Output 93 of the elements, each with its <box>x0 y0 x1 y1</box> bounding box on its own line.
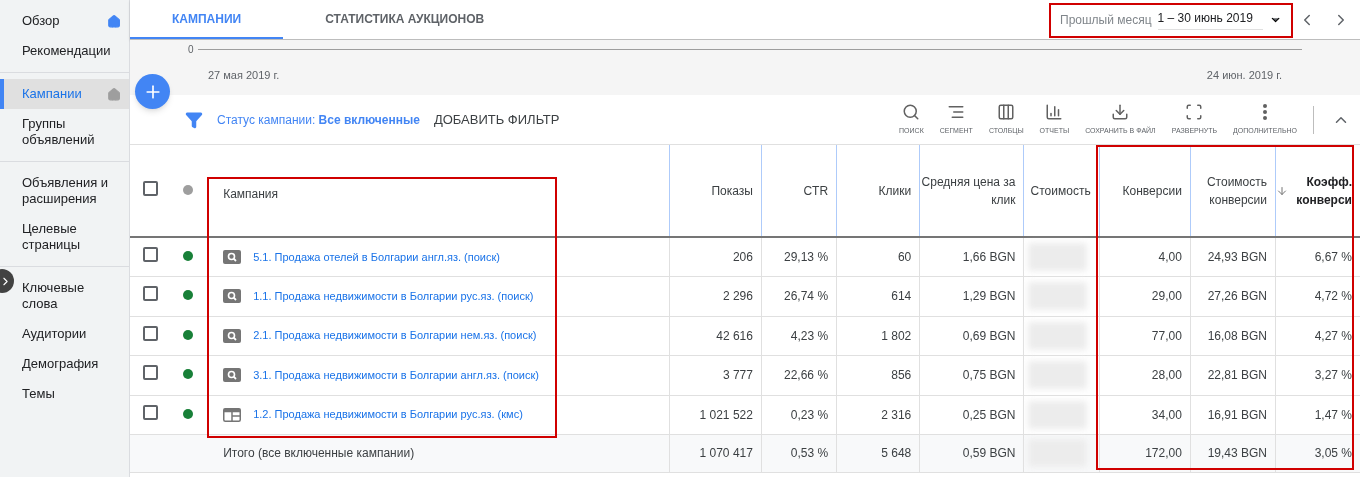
axis-label: 27 мая 2019 г. <box>208 68 280 83</box>
table-cell: 4,27 % <box>1314 328 1352 343</box>
column-header[interactable]: CTR <box>803 181 829 200</box>
table-cell: 19,43 BGN <box>1207 446 1268 460</box>
bar-chart-icon <box>1045 102 1064 121</box>
filter-chip[interactable]: Статус кампании: Все включенные <box>217 110 420 129</box>
vertical-dots-icon <box>1263 103 1268 120</box>
axis-label: 0 <box>188 43 194 57</box>
checkbox[interactable] <box>142 365 158 380</box>
search-campaign-icon <box>223 328 242 343</box>
display-campaign-icon <box>223 407 242 422</box>
sidebar-item[interactable]: Целевые страницы <box>0 214 129 260</box>
table-cell: 3,27 % <box>1314 368 1352 382</box>
table-cell: 0,69 BGN <box>962 328 1016 343</box>
table-cell: 6,67 % <box>1314 249 1352 264</box>
campaign-link[interactable]: 3.1. Продажа недвижимости в Болгарии англ.яз. (поиск) <box>253 366 539 384</box>
table-cell: 1 802 <box>881 328 912 343</box>
table-cell: 0,25 BGN <box>962 407 1016 422</box>
table-cell: 0,23 % <box>790 407 829 422</box>
campaign-link[interactable]: 5.1. Продажа отелей в Болгарии англ.яз. (поиск) <box>253 248 500 265</box>
table-cell: 29,13 % <box>784 249 829 264</box>
table-cell: 28,00 <box>1151 368 1182 382</box>
sidebar-item[interactable]: Аудитории <box>0 319 129 349</box>
table-cell: 5 648 <box>881 446 912 460</box>
sort-arrow-icon <box>1276 184 1289 197</box>
table-cell: 1 070 417 <box>699 446 753 460</box>
column-header[interactable]: Коэфф. конверси <box>1276 172 1352 209</box>
column-header[interactable]: Стоимость <box>1030 181 1091 200</box>
search-campaign-icon <box>223 368 242 382</box>
filter-icon[interactable] <box>185 110 203 129</box>
columns-icon <box>997 102 1016 121</box>
table-cell: 27,26 BGN <box>1207 289 1268 303</box>
sidebar-item[interactable]: Темы <box>0 379 129 409</box>
column-header[interactable]: Средняя цена за клик <box>920 172 1016 209</box>
table-cell: 206 <box>732 249 753 264</box>
sidebar-item[interactable]: Рекомендации <box>0 36 129 66</box>
column-header[interactable]: Показы <box>711 181 753 200</box>
column-header[interactable]: Стоимость конверсии <box>1190 172 1268 209</box>
column-header[interactable]: Клики <box>878 181 912 200</box>
table-cell: 42 616 <box>716 328 753 343</box>
search-campaign-icon <box>223 289 242 303</box>
tab[interactable]: СТАТИСТИКА АУКЦИОНОВ <box>283 0 527 39</box>
table-cell: 26,74 % <box>784 289 829 303</box>
table-cell: 856 <box>891 368 912 382</box>
date-range-dropdown[interactable]: Прошлый месяц 1 – 30 июнь 2019 <box>1052 0 1288 39</box>
table-cell: 172,00 <box>1145 446 1182 460</box>
table-cell: 29,00 <box>1151 289 1182 303</box>
table-cell: 4,00 <box>1158 249 1182 264</box>
table-cell: 614 <box>891 289 912 303</box>
column-header[interactable]: Кампания <box>223 185 279 203</box>
sidebar-item[interactable]: Ключевые слова <box>0 273 129 319</box>
table-cell: 1,66 BGN <box>962 249 1016 264</box>
table-cell: 2 316 <box>881 407 912 422</box>
sidebar-item[interactable]: Кампании <box>0 79 129 109</box>
table-cell: 16,08 BGN <box>1207 328 1268 343</box>
search-campaign-icon <box>223 249 242 264</box>
table-cell: 1,47 % <box>1314 407 1352 422</box>
download-icon <box>1111 102 1130 121</box>
checkbox[interactable] <box>142 180 158 196</box>
campaign-link[interactable]: 2.1. Продажа недвижимости в Болгарии нем.яз. (поиск) <box>253 327 537 344</box>
table-cell: 34,00 <box>1151 407 1182 422</box>
table-cell: 3 777 <box>722 368 753 382</box>
table-cell: 2 296 <box>722 289 753 303</box>
search-icon <box>902 102 921 121</box>
table-cell: 0,53 % <box>790 446 829 460</box>
table-cell: 77,00 <box>1151 328 1182 343</box>
sidebar-item[interactable]: Обзор <box>0 6 129 36</box>
add-filter-button[interactable]: ДОБАВИТЬ ФИЛЬТР <box>433 109 560 130</box>
table-cell: 1,29 BGN <box>962 289 1016 303</box>
table-cell: 0,59 BGN <box>962 446 1016 460</box>
table-cell: Итого (все включенные кампании) <box>223 446 415 460</box>
sidebar-item[interactable]: Объявления и расширения <box>0 168 129 214</box>
sidebar-item[interactable]: Группы объявлений <box>0 109 129 155</box>
table-cell: 3,05 % <box>1314 446 1352 460</box>
table-cell: 4,23 % <box>790 328 829 343</box>
table-cell: 16,91 BGN <box>1207 407 1268 422</box>
frame-corners-icon <box>1185 102 1204 121</box>
checkbox[interactable] <box>142 286 158 301</box>
sidebar-item[interactable]: Демография <box>0 349 129 379</box>
checkbox[interactable] <box>142 404 158 420</box>
campaign-link[interactable]: 1.1. Продажа недвижимости в Болгарии рус.яз. (поиск) <box>253 287 534 305</box>
table-cell: 24,93 BGN <box>1207 249 1268 264</box>
table-cell: 0,75 BGN <box>962 368 1016 382</box>
table-cell: 60 <box>897 249 912 264</box>
campaign-link[interactable]: 1.2. Продажа недвижимости в Болгарии рус.яз. (кмс) <box>253 406 523 423</box>
table-cell: 22,66 % <box>784 368 829 382</box>
table-cell: 1 021 522 <box>699 407 753 422</box>
axis-label: 24 июн. 2019 г. <box>1206 68 1282 83</box>
table-cell: 22,81 BGN <box>1207 368 1268 382</box>
checkbox[interactable] <box>142 325 158 341</box>
checkbox[interactable] <box>142 246 158 262</box>
table-cell: 4,72 % <box>1314 289 1352 303</box>
column-header[interactable]: Конверсии <box>1122 181 1182 200</box>
